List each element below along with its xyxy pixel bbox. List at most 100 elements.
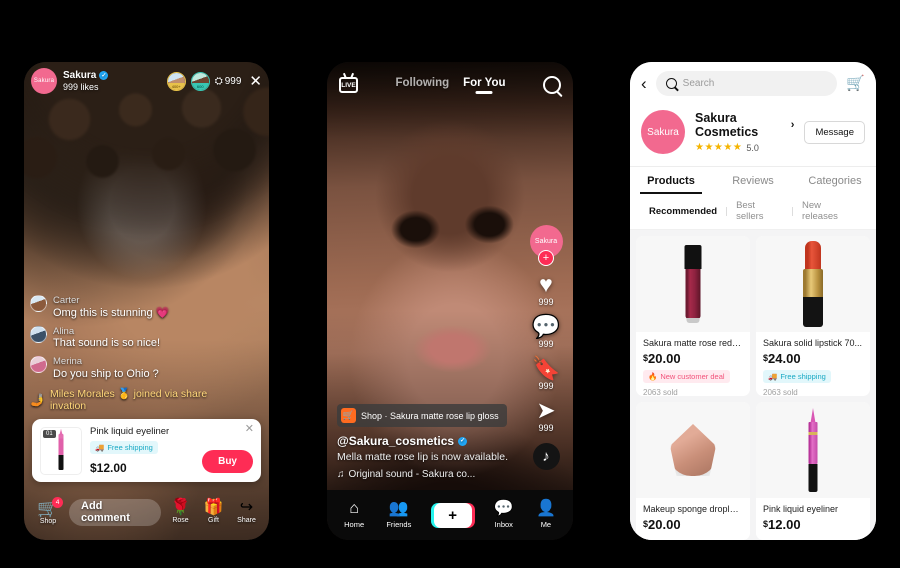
subtab-recommended[interactable]: Recommended <box>640 206 726 217</box>
search-icon <box>665 77 677 89</box>
star-rating-icon: ★★★★★ <box>695 142 743 153</box>
shop-button[interactable]: 🛒 4 Shop <box>33 496 63 525</box>
product-name: Makeup sponge droplet ... <box>643 504 743 514</box>
product-info: Sakura solid lipstick 70... $24.00 🚚 Fre… <box>756 332 870 396</box>
product-price: $24.00 <box>763 351 863 366</box>
music-disc-icon[interactable]: ♪ <box>532 443 560 470</box>
back-icon[interactable]: ‹ <box>641 75 647 92</box>
store-name-row[interactable]: Sakura Cosmetics › <box>695 111 794 139</box>
search-icon[interactable] <box>543 76 561 94</box>
host-likes: 999 likes <box>63 81 99 92</box>
verified-badge-icon: ✓ <box>458 436 468 446</box>
chat-body: Alina That sound is so nice! <box>53 326 160 351</box>
chat-body: Carter Omg this is stunning 💗 <box>53 295 169 320</box>
add-comment-input[interactable]: Add comment <box>69 498 161 526</box>
product-price: $12.00 <box>763 517 863 532</box>
fire-icon: 🔥 <box>648 372 658 381</box>
product-info: Sakura matte rose red li ... $20.00 🔥 Ne… <box>636 332 750 396</box>
viewer-avatar-1[interactable]: 400+ <box>166 71 186 91</box>
feed-bottom-nav: ⌂ Home 👥 Friends + 💬 Inbox 👤 Me <box>327 490 573 540</box>
share-button[interactable]: ➤ 999 <box>536 397 556 434</box>
nav-inbox-label: Inbox <box>494 520 513 529</box>
nav-friends[interactable]: 👥 Friends <box>386 501 411 530</box>
product-thumbnail[interactable]: 01 <box>40 426 82 475</box>
subtab-new-releases[interactable]: New releases <box>793 200 866 222</box>
cart-icon[interactable]: 🛒 <box>846 74 865 92</box>
price-value: 24.00 <box>768 351 801 366</box>
nav-inbox[interactable]: 💬 Inbox <box>494 501 514 530</box>
host-avatar[interactable]: Sakura <box>31 68 57 94</box>
shop-product-chip[interactable]: 🛒 Shop · Sakura matte rose lip gloss <box>337 404 507 428</box>
feed-tabs: Following For You <box>358 77 543 94</box>
viewer-stack[interactable]: 400+ 600 ⛭ 999 ✕ <box>166 71 262 91</box>
product-price: $20.00 <box>643 351 743 366</box>
like-button[interactable]: ♥ 999 <box>538 273 553 308</box>
rose-gift-button[interactable]: 🌹 Rose <box>167 500 194 525</box>
product-title: Pink liquid eyeliner <box>90 426 170 437</box>
truck-icon: 🚚 <box>768 372 778 381</box>
store-avatar[interactable]: Sakura <box>641 110 685 154</box>
buy-button[interactable]: Buy <box>202 450 253 473</box>
live-product-card[interactable]: 01 Pink liquid eyeliner 🚚 Free shipping … <box>32 419 261 482</box>
tab-for-you[interactable]: For You <box>463 77 505 94</box>
shop-button-label: Shop <box>39 517 57 525</box>
viewer-avatar-2[interactable]: 600 <box>190 71 210 91</box>
gift-button[interactable]: 🎁 Gift <box>200 500 227 525</box>
eyeliner-product-icon <box>58 433 64 470</box>
tab-following[interactable]: Following <box>395 77 449 94</box>
creator-username-row[interactable]: @Sakura_cosmetics ✓ <box>337 434 515 448</box>
product-card[interactable]: Sakura matte rose red li ... $20.00 🔥 Ne… <box>636 236 750 396</box>
profile-icon: 👤 <box>535 500 556 517</box>
live-header: Sakura Sakura ✓ 999 likes 400+ 600 ⛭ 999… <box>24 62 269 100</box>
share-arrow-icon: ➤ <box>536 397 556 423</box>
tab-reviews[interactable]: Reviews <box>712 167 794 194</box>
comment-button[interactable]: 💬 999 <box>531 313 561 350</box>
message-button[interactable]: Message <box>804 120 865 144</box>
share-invite-icon: 🤳 <box>30 392 45 407</box>
price-value: 20.00 <box>648 351 681 366</box>
product-tag: 🚚 Free shipping <box>763 370 831 383</box>
add-comment-placeholder: Add comment <box>81 500 130 524</box>
store-top-bar: ‹ Search 🛒 <box>630 62 876 104</box>
tab-categories[interactable]: Categories <box>794 167 876 194</box>
product-image <box>756 236 870 332</box>
product-card-close-icon[interactable]: ✕ <box>245 424 254 435</box>
chat-body: Merina Do you ship to Ohio ? <box>53 356 159 381</box>
product-card[interactable]: Makeup sponge droplet ... $20.00 <box>636 402 750 540</box>
creator-avatar[interactable]: Sakura + <box>529 225 563 266</box>
follow-plus-icon[interactable]: + <box>538 250 554 266</box>
host-info[interactable]: Sakura Sakura ✓ 999 likes <box>31 68 109 94</box>
chat-text: Do you ship to Ohio ? <box>53 367 159 380</box>
chat-system-message: 🤳 Miles Morales 🥇 joined via share invat… <box>30 387 242 412</box>
nav-create[interactable]: + <box>430 502 475 528</box>
search-input[interactable]: Search <box>655 70 838 96</box>
close-icon[interactable]: ✕ <box>249 74 262 89</box>
share-button[interactable]: ↪ Share <box>233 500 260 525</box>
nav-home-label: Home <box>344 520 365 529</box>
product-name: Sakura solid lipstick 70... <box>763 338 863 348</box>
nav-me[interactable]: 👤 Me <box>535 500 556 530</box>
sound-title: Original sound - Sakura co... <box>348 469 476 480</box>
nav-home[interactable]: ⌂ Home <box>344 500 365 530</box>
live-icon[interactable]: LIVE <box>339 77 358 93</box>
phone-live-stream: Sakura Sakura ✓ 999 likes 400+ 600 ⛭ 999… <box>24 62 269 540</box>
subtab-best-sellers[interactable]: Best sellers <box>727 200 792 222</box>
sound-row[interactable]: ♫ Original sound - Sakura co... <box>337 469 515 480</box>
comment-bubble-icon: 💬 <box>531 313 561 339</box>
product-card[interactable]: Pink liquid eyeliner $12.00 <box>756 402 870 540</box>
live-chat-list: Carter Omg this is stunning 💗 Alina That… <box>30 295 242 412</box>
home-icon: ⌂ <box>349 500 359 517</box>
chat-avatar-icon <box>30 356 47 374</box>
product-image <box>636 402 750 498</box>
viewer-badge-1: 400+ <box>167 82 185 90</box>
free-shipping-badge: 🚚 Free shipping <box>90 441 158 454</box>
tab-products[interactable]: Products <box>630 167 712 194</box>
product-tag-label: Free shipping <box>780 372 826 381</box>
lip-gloss-icon <box>684 245 702 323</box>
store-subtabs: Recommended Best sellers New releases <box>630 194 876 230</box>
chat-avatar-icon <box>30 295 47 313</box>
bookmark-count: 999 <box>538 381 554 391</box>
bookmark-button[interactable]: 🔖 999 <box>532 357 561 392</box>
product-info: Makeup sponge droplet ... $20.00 <box>636 498 750 540</box>
product-card[interactable]: Sakura solid lipstick 70... $24.00 🚚 Fre… <box>756 236 870 396</box>
